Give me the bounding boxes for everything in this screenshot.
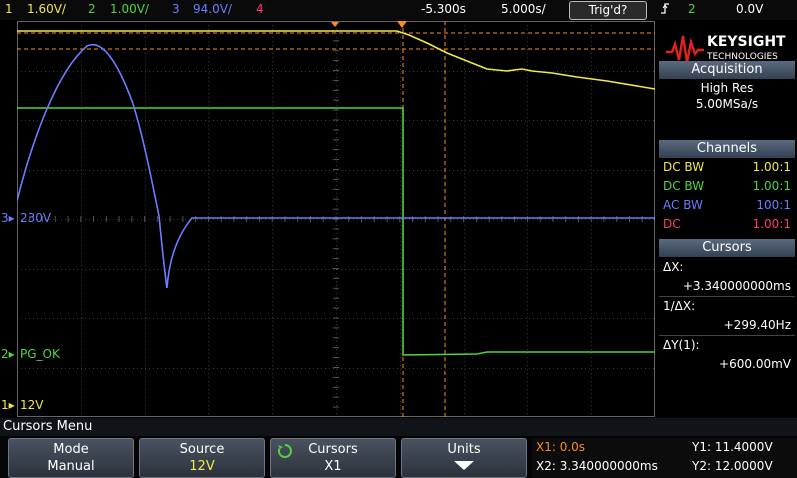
submenu-arrow-icon xyxy=(402,459,526,475)
mode-softkey[interactable]: Mode Manual xyxy=(8,438,134,478)
ch4-number[interactable]: 4 xyxy=(256,2,264,16)
delta-x-value: +3.340000000ms xyxy=(682,279,791,293)
time-offset[interactable]: -5.300s xyxy=(421,2,466,16)
ch3-marker-number: 3 xyxy=(1,211,9,225)
ground-arrow-icon: ▸ xyxy=(8,398,15,412)
ch2-ground-marker[interactable]: 2▸ xyxy=(1,347,15,361)
cursors-softkey[interactable]: Cursors X1 xyxy=(270,438,396,478)
ch1-number[interactable]: 1 xyxy=(5,2,13,16)
delta-y-label: ΔY(1): xyxy=(659,335,795,355)
channel-row-3: AC BW 100:1 xyxy=(663,198,791,212)
acq-rate: 5.00MSa/s xyxy=(695,97,759,111)
cursor-x1-readout: X1: 0.0s xyxy=(536,440,586,454)
inv-delta-x-value: +299.40Hz xyxy=(723,318,791,332)
trigger-status-button[interactable]: Trig'd? xyxy=(569,1,647,20)
ch3-ground-marker[interactable]: 3▸ xyxy=(1,211,15,225)
cursor-x2-readout: X2: 3.340000000ms xyxy=(536,459,658,473)
mode-softkey-value: Manual xyxy=(47,459,95,474)
trigger-point-marker xyxy=(397,21,407,28)
source-softkey-value: 12V xyxy=(189,459,215,474)
ch2-scale[interactable]: 1.00V/ xyxy=(110,2,149,16)
brand-name: KEYSIGHT xyxy=(707,34,786,50)
acquisition-title[interactable]: Acquisition xyxy=(659,61,795,79)
cursor-readout: X1: 0.0s X2: 3.340000000ms Y1: 11.4000V … xyxy=(532,438,797,478)
ch1-ground-marker[interactable]: 1▸ xyxy=(1,398,15,412)
waveform-display[interactable] xyxy=(17,21,655,417)
channel-row-2: DC BW 1.00:1 xyxy=(663,179,791,193)
status-bar: 1 1.60V/ 2 1.00V/ 3 94.0V/ 4 -5.300s 5.0… xyxy=(0,0,797,20)
ch3-label: 230V xyxy=(20,211,52,225)
time-scale[interactable]: 5.000s/ xyxy=(501,2,546,16)
ch3-scale[interactable]: 94.0V/ xyxy=(193,2,232,16)
acq-mode: High Res xyxy=(700,81,754,95)
delta-y-value: +600.00mV xyxy=(719,357,791,371)
cursor-y1-readout: Y1: 11.4000V xyxy=(692,440,773,454)
cursors-box: ΔX: +3.340000000ms 1/ΔX: +299.40Hz ΔY(1)… xyxy=(659,258,795,398)
time-reference-marker xyxy=(331,22,339,27)
ch2-label: PG_OK xyxy=(20,347,60,361)
channel-row-1: DC BW 1.00:1 xyxy=(663,160,791,174)
ch3-number[interactable]: 3 xyxy=(172,2,180,16)
ch2-marker-number: 2 xyxy=(1,347,9,361)
source-softkey-label: Source xyxy=(179,442,225,457)
cursor-y2-readout: Y2: 12.0000V xyxy=(692,459,773,473)
edge-rise-icon xyxy=(660,2,670,18)
ch1-marker-number: 1 xyxy=(1,398,9,412)
units-softkey-label: Units xyxy=(447,442,481,457)
ch1-label: 12V xyxy=(20,398,44,412)
side-panel: KEYSIGHT TECHNOLOGIES Acquisition High R… xyxy=(657,20,797,418)
ground-arrow-icon: ▸ xyxy=(8,211,15,225)
ch2-number[interactable]: 2 xyxy=(88,2,96,16)
channels-title[interactable]: Channels xyxy=(659,140,795,158)
acquisition-box: High Res 5.00MSa/s xyxy=(659,79,795,121)
trigger-level[interactable]: 0.0V xyxy=(736,2,763,16)
menu-title-bar: Cursors Menu xyxy=(0,418,797,436)
trigger-source[interactable]: 2 xyxy=(688,2,696,16)
inv-delta-x-label: 1/ΔX: xyxy=(659,296,795,316)
graticule-grid xyxy=(17,21,655,417)
mode-softkey-label: Mode xyxy=(53,442,89,457)
delta-x-label: ΔX: xyxy=(663,260,684,274)
cursors-softkey-label: Cursors xyxy=(308,442,358,457)
menu-title: Cursors Menu xyxy=(3,419,93,434)
cursors-title[interactable]: Cursors xyxy=(659,239,795,257)
ch1-scale[interactable]: 1.60V/ xyxy=(27,2,66,16)
channels-box: DC BW 1.00:1 DC BW 1.00:1 AC BW 100:1 DC 1.0… xyxy=(659,158,795,242)
ground-arrow-icon: ▸ xyxy=(8,347,15,361)
channel-row-4: DC 1.00:1 xyxy=(663,217,791,231)
source-softkey[interactable]: Source 12V xyxy=(139,438,265,478)
units-softkey[interactable]: Units xyxy=(401,438,527,478)
cursors-softkey-value: X1 xyxy=(324,459,342,474)
